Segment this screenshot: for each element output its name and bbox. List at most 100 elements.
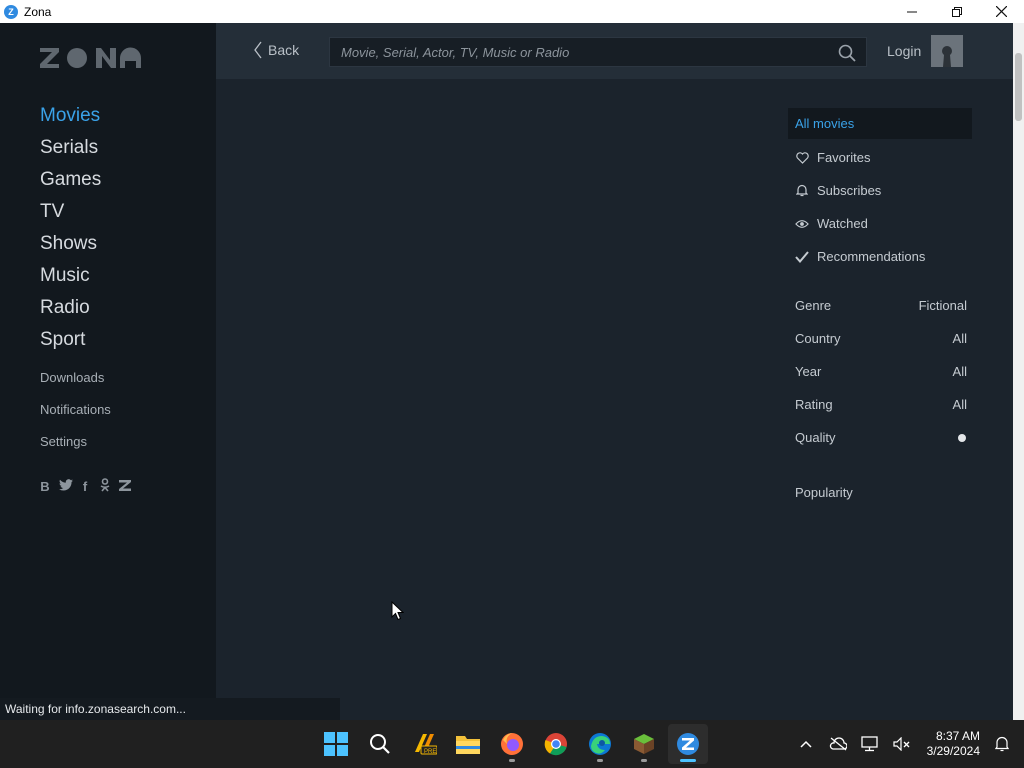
vk-icon[interactable]: B xyxy=(39,479,51,494)
svg-text:PRE: PRE xyxy=(424,749,436,755)
prop-value: All xyxy=(952,331,967,346)
bell-icon xyxy=(995,736,1009,752)
check-icon xyxy=(795,250,809,263)
nav-tv[interactable]: TV xyxy=(40,201,101,233)
header-bar: Back Login xyxy=(216,23,1013,79)
filter-subscribes[interactable]: Subscribes xyxy=(788,174,972,207)
odnoklassniki-icon[interactable] xyxy=(99,478,111,495)
filter-properties: Genre Fictional Country All Year All Rat… xyxy=(795,298,967,463)
search-input[interactable] xyxy=(341,45,821,60)
zona-logo[interactable] xyxy=(40,47,141,74)
minimize-button[interactable] xyxy=(889,0,934,23)
restore-button[interactable] xyxy=(934,0,979,23)
eye-icon xyxy=(795,219,809,229)
login-link[interactable]: Login xyxy=(887,43,921,59)
facebook-icon[interactable]: f xyxy=(79,479,91,494)
restore-icon xyxy=(951,6,962,17)
nav-downloads[interactable]: Downloads xyxy=(40,371,111,403)
onedrive-button[interactable] xyxy=(822,737,854,751)
prop-name: Year xyxy=(795,364,822,379)
taskbar-search-button[interactable] xyxy=(360,724,400,764)
scrollbar-thumb[interactable] xyxy=(1015,53,1022,121)
filter-label: Subscribes xyxy=(817,183,882,198)
filter-label: Watched xyxy=(817,216,868,231)
taskbar-chrome[interactable] xyxy=(536,724,576,764)
network-icon xyxy=(861,736,878,752)
notifications-button[interactable] xyxy=(986,736,1018,752)
filter-panel: All movies Favorites Subscribes Watched … xyxy=(788,108,972,273)
running-indicator xyxy=(509,759,515,762)
app-pre-icon: PRE xyxy=(415,734,437,755)
nav-shows[interactable]: Shows xyxy=(40,233,101,265)
rating-filter[interactable]: Rating All xyxy=(795,397,967,430)
back-label: Back xyxy=(268,42,300,58)
window-title: Zona xyxy=(24,4,52,19)
filter-all-movies[interactable]: All movies xyxy=(788,108,972,139)
nav-sport[interactable]: Sport xyxy=(40,329,101,361)
status-text: Waiting for info.zonasearch.com... xyxy=(0,698,340,720)
sidebar: Movies Serials Games TV Shows Music Radi… xyxy=(0,23,216,698)
scrollbar[interactable] xyxy=(1013,23,1024,720)
filter-label: Recommendations xyxy=(817,249,926,264)
minecraft-icon xyxy=(634,734,654,754)
volume-button[interactable] xyxy=(886,737,918,751)
nav-settings[interactable]: Settings xyxy=(40,435,111,467)
mouse-cursor-icon xyxy=(391,600,405,626)
close-button[interactable] xyxy=(979,0,1024,23)
taskbar-clock[interactable]: 8:37 AM 3/29/2024 xyxy=(918,729,980,759)
clock-date: 3/29/2024 xyxy=(926,744,980,758)
bell-icon xyxy=(795,184,809,197)
sort-popularity[interactable]: Popularity xyxy=(795,485,853,500)
running-indicator xyxy=(597,759,603,762)
system-tray: 8:37 AM 3/29/2024 xyxy=(790,720,1024,768)
nav-serials[interactable]: Serials xyxy=(40,137,101,169)
main-navigation: Movies Serials Games TV Shows Music Radi… xyxy=(40,105,101,361)
network-button[interactable] xyxy=(854,736,886,752)
prop-value: Fictional xyxy=(918,298,967,313)
back-button[interactable]: Back xyxy=(254,41,299,59)
firefox-icon xyxy=(501,733,523,755)
nav-movies[interactable]: Movies xyxy=(40,105,101,137)
secondary-navigation: Downloads Notifications Settings xyxy=(40,371,111,467)
genre-filter[interactable]: Genre Fictional xyxy=(795,298,967,331)
clock-time: 8:37 AM xyxy=(935,729,980,743)
twitter-icon[interactable] xyxy=(59,479,73,494)
cloud-offline-icon xyxy=(829,737,847,751)
taskbar-firefox[interactable] xyxy=(492,724,532,764)
social-links: B f xyxy=(39,478,131,495)
taskbar-file-explorer[interactable] xyxy=(448,724,488,764)
close-icon xyxy=(996,6,1007,17)
country-filter[interactable]: Country All xyxy=(795,331,967,364)
zona-social-icon[interactable] xyxy=(119,479,131,494)
nav-music[interactable]: Music xyxy=(40,265,101,297)
nav-notifications[interactable]: Notifications xyxy=(40,403,111,435)
filter-recommendations[interactable]: Recommendations xyxy=(788,240,972,273)
chevron-left-icon xyxy=(254,41,262,59)
quality-filter[interactable]: Quality xyxy=(795,430,967,463)
filter-label: All movies xyxy=(795,116,855,131)
prop-name: Rating xyxy=(795,397,833,412)
window-controls xyxy=(889,0,1024,23)
search-icon xyxy=(370,734,390,754)
start-button[interactable] xyxy=(316,724,356,764)
quality-indicator-dot xyxy=(958,434,966,442)
taskbar-edge[interactable] xyxy=(580,724,620,764)
search-icon[interactable] xyxy=(838,44,856,67)
prop-name: Genre xyxy=(795,298,832,313)
taskbar-zona[interactable] xyxy=(668,724,708,764)
taskbar-app-pre[interactable]: PRE xyxy=(404,724,444,764)
window-titlebar: Z Zona xyxy=(0,0,1024,23)
minimize-icon xyxy=(906,11,917,12)
user-silhouette-icon xyxy=(942,46,952,67)
taskbar-minecraft[interactable] xyxy=(624,724,664,764)
nav-games[interactable]: Games xyxy=(40,169,101,201)
filter-watched[interactable]: Watched xyxy=(788,207,972,240)
nav-radio[interactable]: Radio xyxy=(40,297,101,329)
zona-app-icon: Z xyxy=(4,4,18,19)
search-box xyxy=(329,37,867,67)
avatar[interactable] xyxy=(931,35,963,67)
year-filter[interactable]: Year All xyxy=(795,364,967,397)
filter-label: Favorites xyxy=(817,150,871,165)
tray-overflow-button[interactable] xyxy=(790,740,822,748)
filter-favorites[interactable]: Favorites xyxy=(788,141,972,174)
